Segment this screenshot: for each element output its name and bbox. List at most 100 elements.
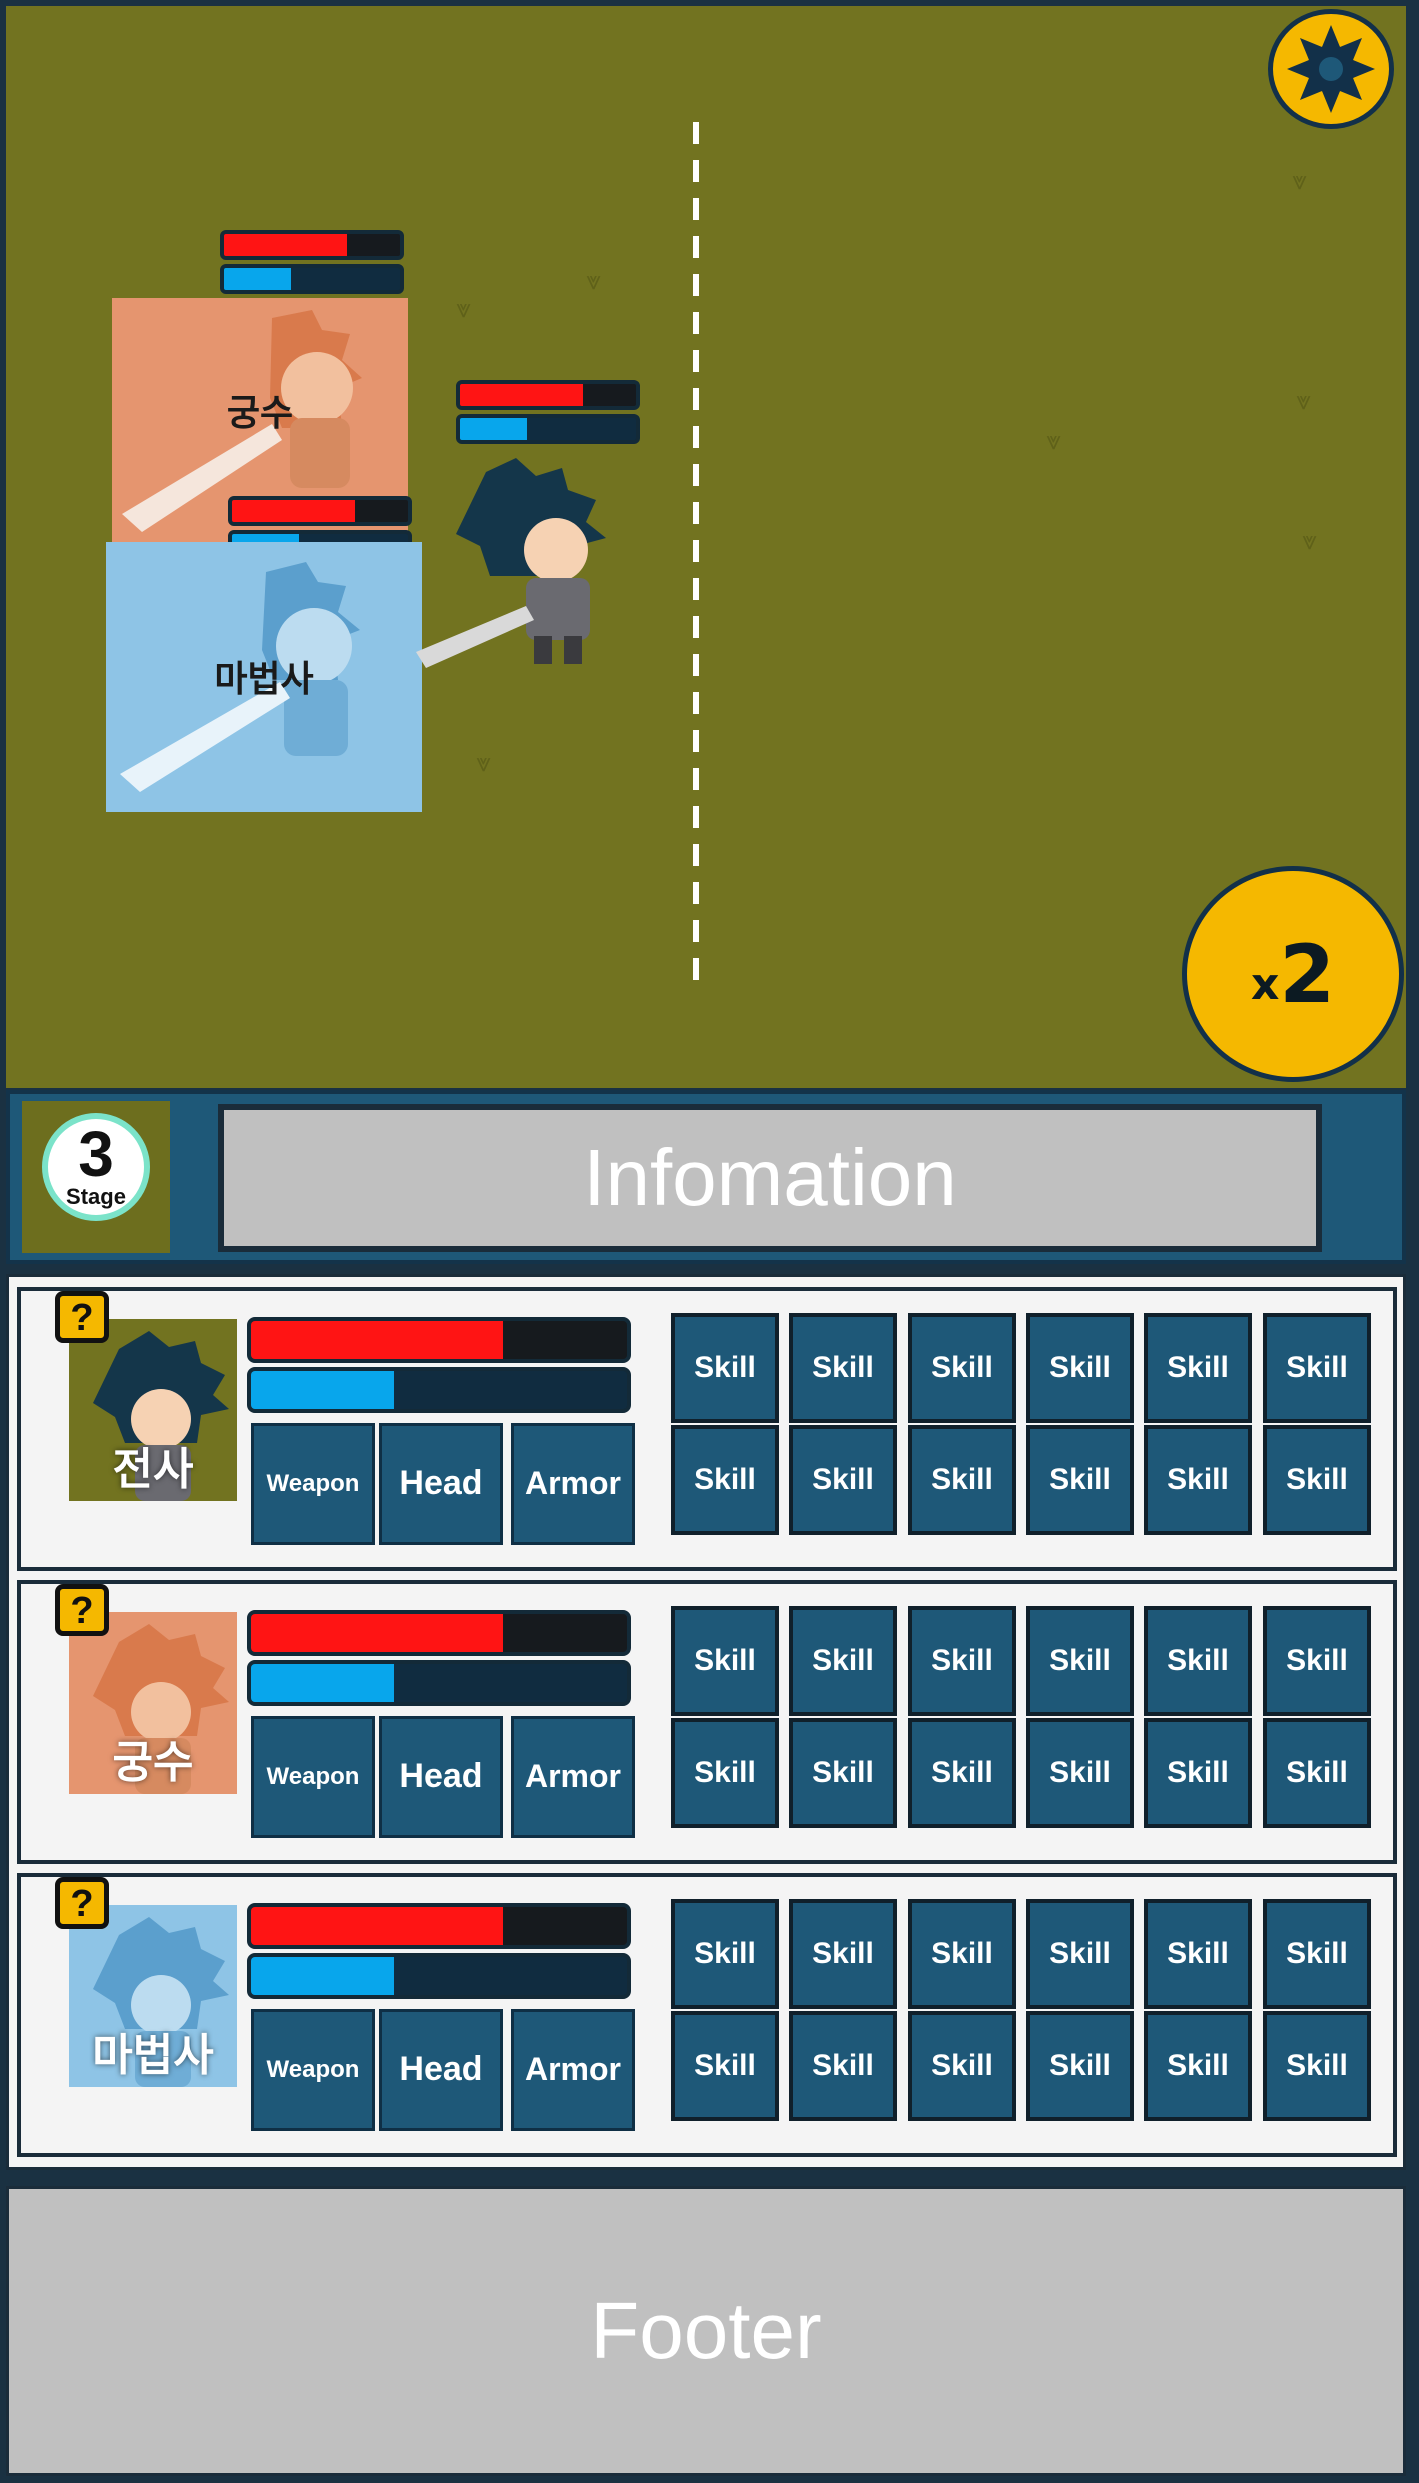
skill-slot-button[interactable]: Skill [1263,2011,1371,2121]
unit-hp-fill [460,384,584,406]
speed-prefix: x [1250,958,1280,1010]
skill-slot-button[interactable]: Skill [1026,1899,1134,2009]
member-mp-fill [251,1371,394,1409]
skill-slot-button[interactable]: Skill [1144,1899,1252,2009]
member-portrait[interactable]: 궁수 [69,1612,237,1794]
help-icon[interactable]: ? [55,1877,109,1929]
skill-slot-button[interactable]: Skill [908,1899,1016,2009]
member-hp-fill [251,1614,503,1652]
skill-slot-button[interactable]: Skill [1144,1718,1252,1828]
skill-slot-button[interactable]: Skill [789,1313,897,1423]
help-icon[interactable]: ? [55,1584,109,1636]
skill-slot-button[interactable]: Skill [789,1899,897,2009]
skill-slot-button[interactable]: Skill [1263,1425,1371,1535]
grass-decoration: ⩔ [1292,166,1307,196]
skill-slot-button[interactable]: Skill [1144,1425,1252,1535]
skill-slot-button[interactable]: Skill [1263,1718,1371,1828]
armor-slot-button[interactable]: Armor [511,1716,635,1838]
speed-toggle-button[interactable]: x2 [1182,866,1404,1082]
unit-mage[interactable]: 마법사 [106,542,422,812]
skill-slot-button[interactable]: Skill [1144,1313,1252,1423]
unit-warrior[interactable] [416,452,646,678]
unit-name: 궁수 [226,393,294,434]
grass-decoration: ⩔ [1296,386,1311,416]
member-mp-fill [251,1957,394,1995]
skill-slot-button[interactable]: Skill [908,2011,1016,2121]
skill-slot-button[interactable]: Skill [1263,1313,1371,1423]
skill-slot-button[interactable]: Skill [789,1425,897,1535]
skill-slot-button[interactable]: Skill [1026,2011,1134,2121]
member-status-bars [247,1610,631,1710]
settings-button[interactable] [1268,9,1394,129]
grass-decoration: ⩔ [456,294,471,324]
armor-slot-button[interactable]: Armor [511,1423,635,1545]
member-mp-bar [247,1367,631,1413]
party-panel: 전사? Weapon Head Armor Skill Skill Skill Skill Sk… [6,1274,1406,2170]
warrior-sprite [416,458,606,668]
member-hp-bar [247,1317,631,1363]
skill-slot-button[interactable]: Skill [908,1313,1016,1423]
skill-slot-button[interactable]: Skill [1144,1606,1252,1716]
weapon-slot-button[interactable]: Weapon [251,1716,375,1838]
skill-slot-button[interactable]: Skill [671,1425,779,1535]
member-portrait[interactable]: 전사 [69,1319,237,1501]
member-hp-bar [247,1903,631,1949]
unit-hp-fill [224,234,348,256]
head-slot-button[interactable]: Head [379,1423,503,1545]
help-icon[interactable]: ? [55,1291,109,1343]
stage-ring: 3 Stage [42,1113,150,1221]
skill-slot-button[interactable]: Skill [671,1718,779,1828]
member-name: 마법사 [92,2030,214,2081]
skill-slot-button[interactable]: Skill [671,1606,779,1716]
member-hp-fill [251,1907,503,1945]
gear-icon [1287,25,1375,113]
skill-slot-button[interactable]: Skill [908,1425,1016,1535]
skill-slot-button[interactable]: Skill [1263,1899,1371,2009]
unit-hp-bar [456,380,640,410]
head-slot-button[interactable]: Head [379,1716,503,1838]
unit-name: 마법사 [214,659,314,700]
member-name: 궁수 [112,1737,194,1788]
skill-slot-button[interactable]: Skill [1144,2011,1252,2121]
armor-slot-button[interactable]: Armor [511,2009,635,2131]
skill-slot-button[interactable]: Skill [1026,1313,1134,1423]
unit-mp-fill [224,268,291,290]
member-mp-fill [251,1664,394,1702]
skill-slot-button[interactable]: Skill [789,1718,897,1828]
game-screen: ⩔ ⩔ ⩔ ⩔ ⩔ ⩔ ⩔ ⩔ 궁수 [0,0,1419,2483]
unit-hp-bar [220,230,404,260]
skill-slot-button[interactable]: Skill [1026,1606,1134,1716]
skill-slot-button[interactable]: Skill [1263,1606,1371,1716]
member-mp-bar [247,1953,631,1999]
skill-slot-button[interactable]: Skill [671,1313,779,1423]
skill-slot-button[interactable]: Skill [908,1606,1016,1716]
skill-slot-button[interactable]: Skill [789,2011,897,2121]
weapon-slot-button[interactable]: Weapon [251,1423,375,1545]
skill-slot-button[interactable]: Skill [671,1899,779,2009]
skill-slot-button[interactable]: Skill [671,2011,779,2121]
party-member-row: 전사? Weapon Head Armor Skill Skill Skill Skill Sk… [17,1287,1397,1571]
party-member-row: 마법사? Weapon Head Armor Skill Skill Skill Skill S… [17,1873,1397,2157]
grass-decoration: ⩔ [1302,526,1317,556]
member-portrait[interactable]: 마법사 [69,1905,237,2087]
member-status-bars [247,1903,631,2003]
information-panel: Infomation [218,1104,1322,1252]
stage-label: Stage [66,1184,126,1209]
grass-decoration: ⩔ [586,266,601,296]
unit-mp-fill [460,418,527,440]
weapon-slot-button[interactable]: Weapon [251,2009,375,2131]
stage-number: 3 [78,1118,114,1190]
unit-mp-bar [220,264,404,294]
unit-hp-fill [232,500,356,522]
skill-slot-button[interactable]: Skill [1026,1718,1134,1828]
member-status-bars [247,1317,631,1417]
info-bar: 3 Stage Infomation [6,1090,1406,1264]
skill-slot-button[interactable]: Skill [789,1606,897,1716]
unit-status-bars [456,380,640,448]
stage-badge: 3 Stage [22,1101,170,1253]
head-slot-button[interactable]: Head [379,2009,503,2131]
unit-hp-bar [228,496,412,526]
skill-slot-button[interactable]: Skill [908,1718,1016,1828]
footer: Footer [6,2186,1406,2476]
skill-slot-button[interactable]: Skill [1026,1425,1134,1535]
